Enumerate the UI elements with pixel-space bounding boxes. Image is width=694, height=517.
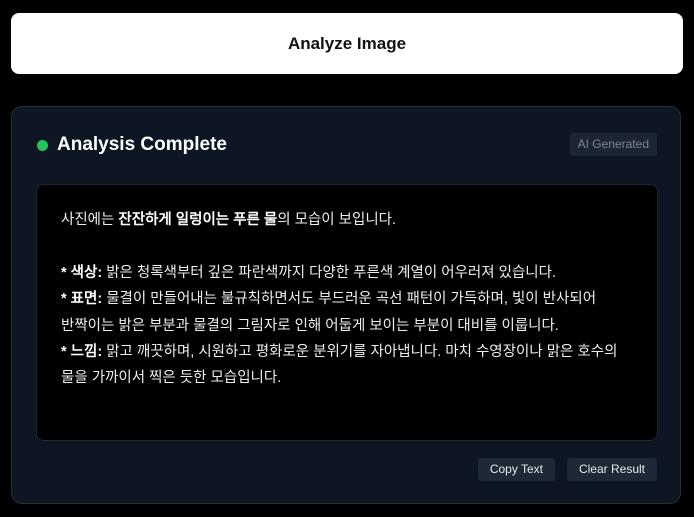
result-actions: Copy Text Clear Result bbox=[477, 458, 657, 481]
result-title: Analysis Complete bbox=[57, 134, 227, 155]
result-intro: 사진에는 잔잔하게 일렁이는 푸른 물의 모습이 보입니다. bbox=[61, 207, 633, 233]
point-label: * 표면: bbox=[61, 291, 103, 308]
point-text: 밝은 청록색부터 깊은 파란색까지 다양한 푸른색 계열이 어우러져 있습니다. bbox=[102, 264, 557, 281]
intro-emphasis: 잔잔하게 일렁이는 푸른 물 bbox=[118, 212, 278, 228]
analysis-result-text: 사진에는 잔잔하게 일렁이는 푸른 물의 모습이 보입니다. * 색상: 밝은 … bbox=[36, 184, 658, 441]
intro-before: 사진에는 bbox=[61, 212, 119, 228]
ai-generated-badge: AI Generated bbox=[569, 133, 657, 156]
point-label: * 느낌: bbox=[61, 344, 103, 361]
result-point-color: * 색상: 밝은 청록색부터 깊은 파란색까지 다양한 푸른색 계열이 어우러져… bbox=[61, 260, 633, 286]
point-text: 맑고 깨끗하며, 시원하고 평화로운 분위기를 자아냅니다. 마치 수영장이나 … bbox=[61, 344, 618, 387]
result-point-feeling: * 느낌: 맑고 깨끗하며, 시원하고 평화로운 분위기를 자아냅니다. 마치 … bbox=[61, 339, 633, 392]
analysis-result-card: Analysis Complete AI Generated 사진에는 잔잔하게… bbox=[11, 106, 681, 504]
result-point-surface: * 표면: 물결이 만들어내는 불규칙하면서도 부드러운 곡선 패턴이 가득하며… bbox=[61, 286, 633, 339]
clear-result-button[interactable]: Clear Result bbox=[566, 458, 657, 481]
intro-after: 의 모습이 보입니다. bbox=[277, 212, 397, 228]
copy-text-button[interactable]: Copy Text bbox=[477, 458, 555, 481]
status-indicator-dot bbox=[37, 140, 48, 151]
point-text: 물결이 만들어내는 불규칙하면서도 부드러운 곡선 패턴이 가득하며, 빛이 반… bbox=[61, 291, 597, 334]
analyze-image-button[interactable]: Analyze Image bbox=[11, 13, 683, 74]
point-label: * 색상: bbox=[61, 264, 103, 281]
